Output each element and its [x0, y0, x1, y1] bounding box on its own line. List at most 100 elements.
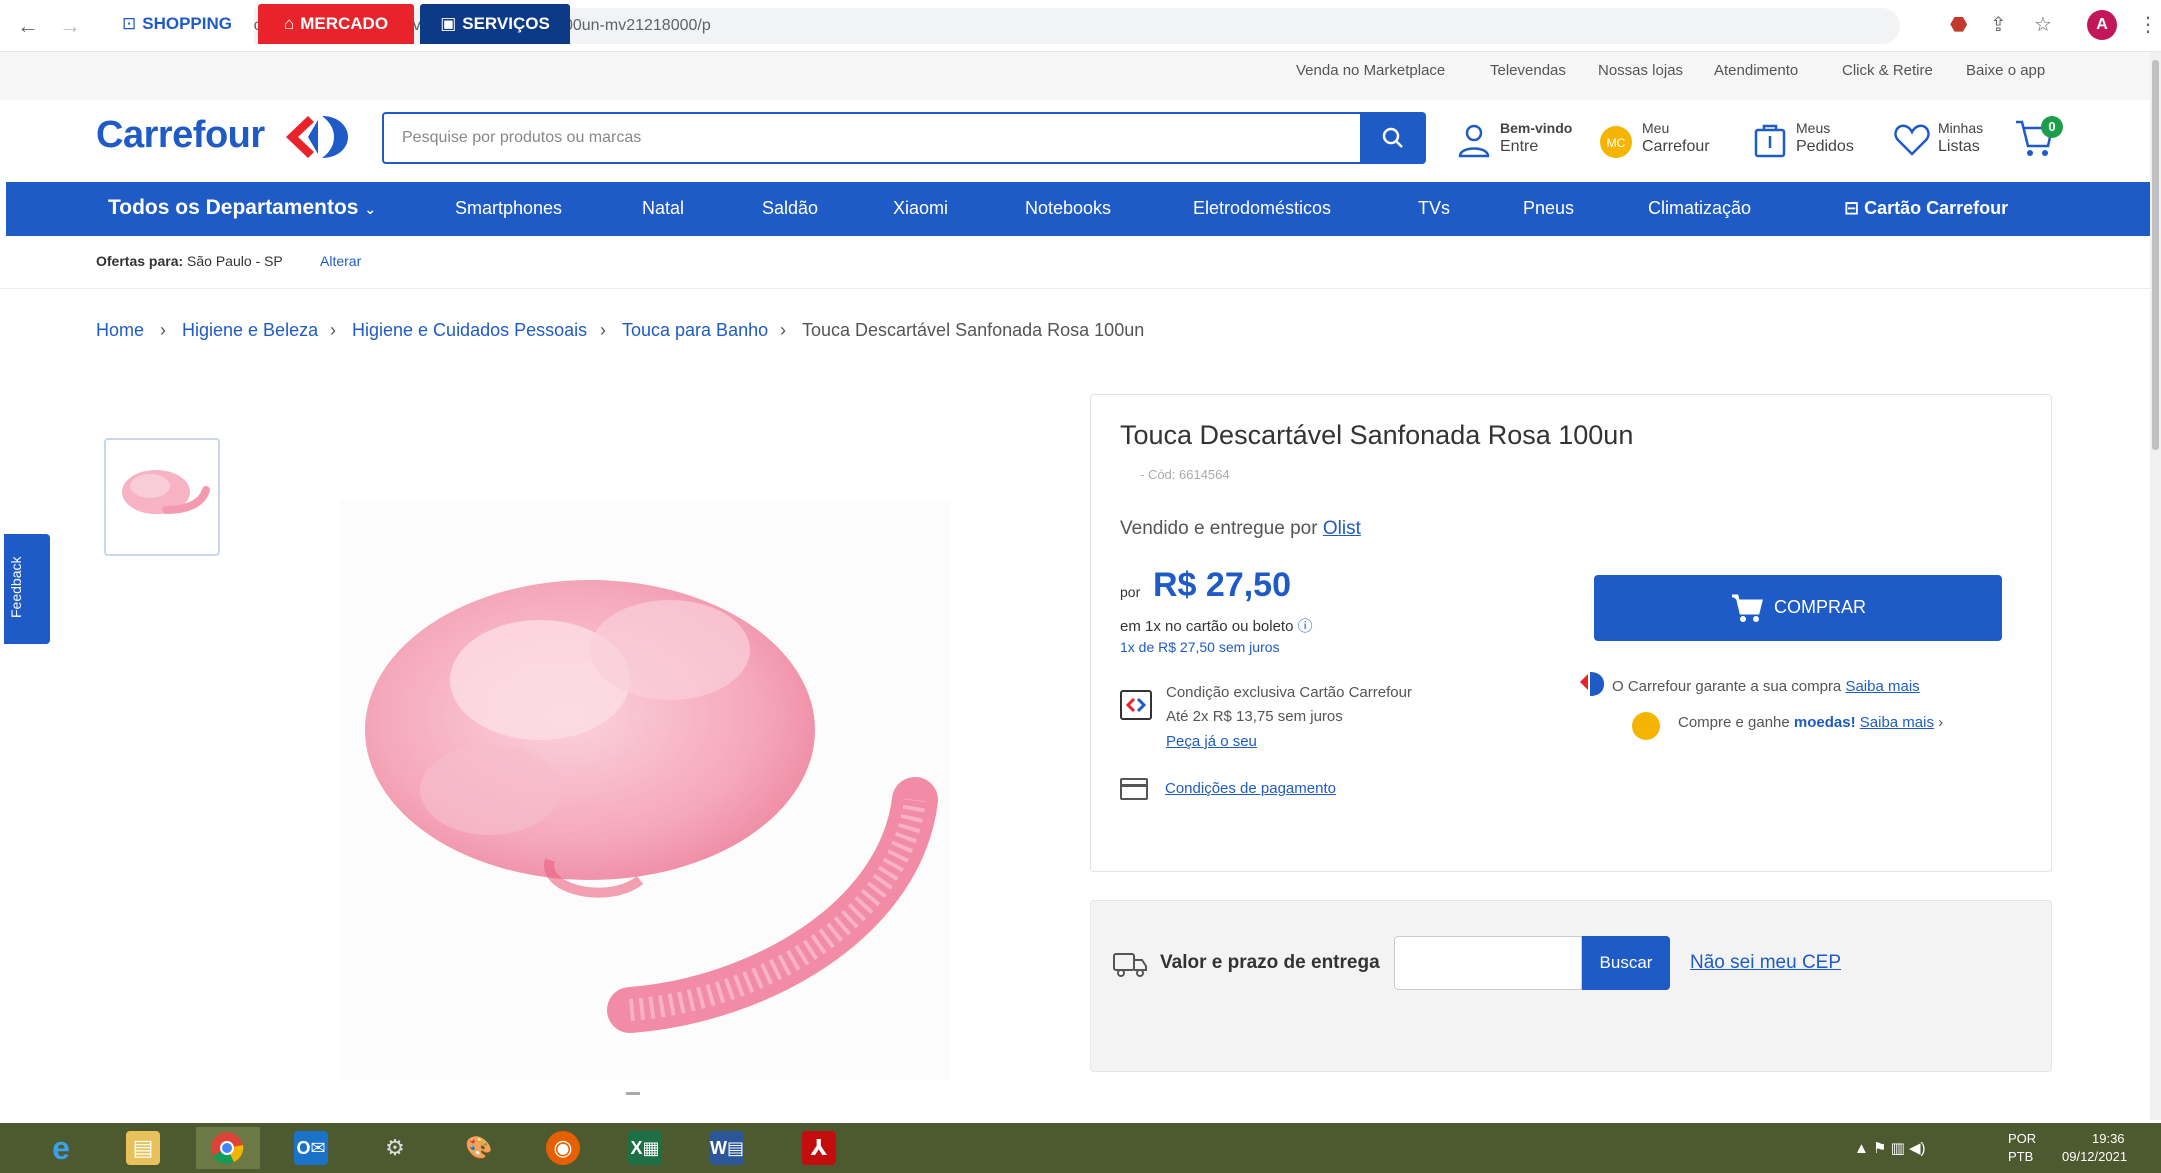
nav-item-eletrodomesticos[interactable]: Eletrodomésticos [1193, 198, 1331, 219]
feedback-tab[interactable]: Feedback [4, 534, 50, 644]
scrollbar-thumb[interactable] [2152, 60, 2159, 450]
taskbar-explorer[interactable]: ▤ [112, 1127, 176, 1169]
heart-icon [1894, 124, 1930, 156]
carrefour-logo[interactable]: Carrefour [96, 114, 265, 157]
taskbar-excel[interactable]: X▦ [614, 1127, 678, 1169]
card-condition: Condição exclusiva Cartão Carrefour [1166, 684, 1412, 701]
tab-shopping[interactable]: ⊡ SHOPPING [100, 4, 254, 44]
product-main-image[interactable] [340, 500, 950, 1080]
top-link-marketplace[interactable]: Venda no Marketplace [1296, 62, 1445, 79]
nav-item-natal[interactable]: Natal [642, 198, 684, 219]
lists-l1: Minhas [1938, 120, 1984, 136]
breadcrumb-cuidados[interactable]: Higiene e Cuidados Pessoais [352, 320, 587, 341]
coin-icon: MC [1600, 126, 1632, 158]
market-icon: ⌂ [283, 14, 295, 33]
offers-city: São Paulo - SP [187, 253, 283, 269]
account-login: Entre [1500, 138, 1539, 155]
payment-card-icon [1120, 778, 1148, 800]
nav-item-smartphones[interactable]: Smartphones [455, 198, 562, 219]
nav-item-saldao[interactable]: Saldão [762, 198, 818, 219]
cep-input[interactable] [1394, 936, 1582, 990]
coins-more-link[interactable]: Saiba mais [1860, 714, 1934, 731]
orders-menu[interactable]: Meus Pedidos [1750, 114, 1870, 164]
seller-link[interactable]: Olist [1323, 518, 1361, 539]
search-input[interactable]: Pesquise por produtos ou marcas [382, 112, 1390, 164]
top-link-lojas[interactable]: Nossas lojas [1598, 62, 1683, 79]
tab-mercado[interactable]: ⌂ MERCADO [258, 4, 414, 44]
meu-carrefour-menu[interactable]: MC Meu Carrefour [1596, 114, 1726, 164]
meu-carrefour-l2: Carrefour [1642, 138, 1710, 155]
card-icon: ⊟ [1844, 198, 1860, 218]
product-title: Touca Descartável Sanfonada Rosa 100un [1120, 420, 1634, 450]
tray-date[interactable]: 09/12/2021 [2062, 1149, 2127, 1164]
card-signup-link[interactable]: Peça já o seu [1166, 733, 1257, 750]
nav-all-label: Todos os Departamentos [108, 196, 359, 219]
installments-text: em 1x no cartão ou boleto [1120, 618, 1294, 635]
translate-icon[interactable]: ⬣ [1950, 12, 1967, 37]
chevron-right-icon[interactable]: › [1938, 714, 1943, 731]
tray-icons[interactable]: ▲ ⚑ ▥ ◀) [1854, 1139, 1926, 1157]
tray-language[interactable]: POR [2008, 1131, 2036, 1146]
taskbar-outlook[interactable]: O✉ [280, 1127, 344, 1169]
seller-info: Vendido e entregue por Olist [1120, 518, 1361, 540]
taskbar-app-5[interactable]: ⚙ [364, 1127, 428, 1169]
taskbar-acrobat[interactable]: ⅄ [788, 1127, 852, 1169]
nav-item-pneus[interactable]: Pneus [1523, 198, 1574, 219]
nav-cartao-carrefour[interactable]: ⊟ Cartão Carrefour [1844, 198, 2008, 219]
user-icon [1458, 124, 1490, 158]
back-arrow-icon[interactable]: ← [14, 12, 42, 40]
top-link-app[interactable]: Baixe o app [1966, 62, 2045, 79]
carrefour-logo-mark[interactable] [278, 112, 354, 162]
top-link-atendimento[interactable]: Atendimento [1714, 62, 1798, 79]
orders-bag-icon [1754, 124, 1786, 158]
coins-promo: Compre e ganhe moedas! Saiba mais › [1678, 714, 1943, 731]
nav-item-tvs[interactable]: TVs [1418, 198, 1450, 219]
lists-menu[interactable]: Minhas Listas [1892, 114, 2002, 164]
product-thumbnail[interactable] [104, 438, 220, 556]
nav-item-notebooks[interactable]: Notebooks [1025, 198, 1111, 219]
nav-item-xiaomi[interactable]: Xiaomi [893, 198, 948, 219]
outlook-icon: O✉ [294, 1131, 328, 1165]
nav-all-departments[interactable]: Todos os Departamentos ⌄ [108, 196, 376, 220]
top-link-click-retire[interactable]: Click & Retire [1842, 62, 1933, 79]
taskbar-paint[interactable]: 🎨 [448, 1127, 512, 1169]
divider [0, 288, 2150, 289]
cep-search-button[interactable]: Buscar [1582, 936, 1670, 990]
carousel-indicator[interactable] [626, 1092, 640, 1095]
menu-kebab-icon[interactable]: ⋮ [2138, 12, 2158, 37]
services-icon: ▣ [440, 14, 457, 33]
breadcrumb-touca-banho[interactable]: Touca para Banho [622, 320, 768, 341]
tab-servicos[interactable]: ▣ SERVIÇOS [420, 4, 570, 44]
guarantee-more-link[interactable]: Saiba mais [1845, 678, 1919, 695]
coins-prefix: Compre e ganhe [1678, 714, 1794, 731]
payment-conditions-link[interactable]: Condições de pagamento [1165, 780, 1336, 797]
installments-main: em 1x no cartão ou boleto ⓘ [1120, 615, 1313, 636]
search-button[interactable] [1360, 112, 1426, 164]
buy-button[interactable]: COMPRAR [1594, 575, 2002, 641]
seller-prefix: Vendido e entregue por [1120, 518, 1323, 539]
breadcrumb-chevron-icon: › [330, 320, 336, 340]
change-location-link[interactable]: Alterar [320, 253, 361, 269]
tray-language-layout[interactable]: PTB [2008, 1149, 2033, 1164]
firefox-icon: ◉ [546, 1131, 580, 1165]
profile-avatar[interactable]: A [2087, 10, 2117, 40]
unknown-cep-link[interactable]: Não sei meu CEP [1690, 952, 1841, 974]
breadcrumb-home[interactable]: Home [96, 320, 144, 341]
bookmark-star-icon[interactable]: ☆ [2034, 12, 2052, 37]
offers-location: Ofertas para: São Paulo - SP [96, 253, 283, 269]
taskbar-word[interactable]: W▤ [696, 1127, 760, 1169]
info-icon[interactable]: ⓘ [1298, 618, 1313, 635]
lists-l2: Listas [1938, 138, 1980, 155]
tray-time[interactable]: 19:36 [2092, 1131, 2125, 1146]
tab-mercado-label: MERCADO [300, 14, 389, 33]
taskbar-chrome[interactable] [196, 1127, 260, 1169]
breadcrumb-higiene-beleza[interactable]: Higiene e Beleza [182, 320, 318, 341]
forward-arrow-icon[interactable]: → [56, 12, 84, 40]
top-link-televendas[interactable]: Televendas [1490, 62, 1566, 79]
meu-carrefour-l1: Meu [1642, 120, 1670, 136]
taskbar-ie[interactable]: e [30, 1127, 94, 1169]
nav-item-climatizacao[interactable]: Climatização [1648, 198, 1751, 219]
taskbar-firefox[interactable]: ◉ [532, 1127, 596, 1169]
share-icon[interactable]: ⇪ [1990, 12, 2007, 37]
account-menu[interactable]: Bem-vindo Entre [1454, 114, 1574, 164]
